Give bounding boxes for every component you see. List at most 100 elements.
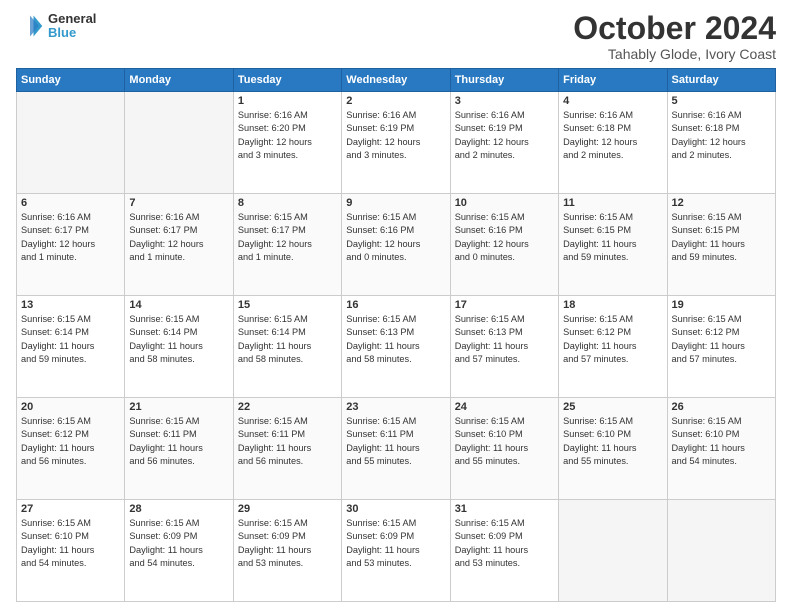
day-number: 10 <box>455 197 554 209</box>
day-number: 1 <box>238 95 337 107</box>
day-info: Sunrise: 6:16 AMSunset: 6:19 PMDaylight:… <box>346 109 445 162</box>
calendar-cell: 3 Sunrise: 6:16 AMSunset: 6:19 PMDaylight… <box>450 92 558 194</box>
day-info: Sunrise: 6:15 AMSunset: 6:09 PMDaylight:… <box>238 517 337 570</box>
day-info: Sunrise: 6:15 AMSunset: 6:09 PMDaylight:… <box>346 517 445 570</box>
weekday-header-monday: Monday <box>125 69 233 92</box>
day-info: Sunrise: 6:15 AMSunset: 6:10 PMDaylight:… <box>455 415 554 468</box>
calendar-cell <box>559 500 667 602</box>
day-info: Sunrise: 6:15 AMSunset: 6:14 PMDaylight:… <box>238 313 337 366</box>
day-info: Sunrise: 6:15 AMSunset: 6:14 PMDaylight:… <box>129 313 228 366</box>
day-info: Sunrise: 6:15 AMSunset: 6:13 PMDaylight:… <box>455 313 554 366</box>
day-number: 3 <box>455 95 554 107</box>
day-number: 21 <box>129 401 228 413</box>
calendar-cell: 16 Sunrise: 6:15 AMSunset: 6:13 PMDayligh… <box>342 296 450 398</box>
day-number: 7 <box>129 197 228 209</box>
day-number: 17 <box>455 299 554 311</box>
calendar-cell: 19 Sunrise: 6:15 AMSunset: 6:12 PMDayligh… <box>667 296 775 398</box>
day-number: 14 <box>129 299 228 311</box>
calendar-cell: 14 Sunrise: 6:15 AMSunset: 6:14 PMDayligh… <box>125 296 233 398</box>
day-number: 2 <box>346 95 445 107</box>
calendar-cell: 20 Sunrise: 6:15 AMSunset: 6:12 PMDayligh… <box>17 398 125 500</box>
logo-line1: General <box>48 12 96 26</box>
day-info: Sunrise: 6:15 AMSunset: 6:12 PMDaylight:… <box>21 415 120 468</box>
calendar-cell: 30 Sunrise: 6:15 AMSunset: 6:09 PMDayligh… <box>342 500 450 602</box>
location-title: Tahably Glode, Ivory Coast <box>573 46 776 62</box>
calendar-cell: 9 Sunrise: 6:15 AMSunset: 6:16 PMDaylight… <box>342 194 450 296</box>
calendar-cell: 23Sunrise: 6:15 AMSunset: 6:11 PMDayligh… <box>342 398 450 500</box>
calendar-cell: 27 Sunrise: 6:15 AMSunset: 6:10 PMDayligh… <box>17 500 125 602</box>
calendar-cell: 31 Sunrise: 6:15 AMSunset: 6:09 PMDayligh… <box>450 500 558 602</box>
day-info: Sunrise: 6:16 AMSunset: 6:18 PMDaylight:… <box>563 109 662 162</box>
calendar-cell: 4 Sunrise: 6:16 AMSunset: 6:18 PMDaylight… <box>559 92 667 194</box>
calendar-cell: 29Sunrise: 6:15 AMSunset: 6:09 PMDayligh… <box>233 500 341 602</box>
calendar-cell: 18 Sunrise: 6:15 AMSunset: 6:12 PMDayligh… <box>559 296 667 398</box>
weekday-header-saturday: Saturday <box>667 69 775 92</box>
day-info: Sunrise: 6:15 AMSunset: 6:12 PMDaylight:… <box>563 313 662 366</box>
day-info: Sunrise: 6:16 AMSunset: 6:19 PMDaylight:… <box>455 109 554 162</box>
day-number: 8 <box>238 197 337 209</box>
day-info: Sunrise: 6:15 AMSunset: 6:13 PMDaylight:… <box>346 313 445 366</box>
title-block: October 2024 Tahably Glode, Ivory Coast <box>573 12 776 62</box>
logo-icon <box>16 12 44 40</box>
day-info: Sunrise: 6:15 AMSunset: 6:15 PMDaylight:… <box>672 211 771 264</box>
calendar-cell: 12 Sunrise: 6:15 AMSunset: 6:15 PMDayligh… <box>667 194 775 296</box>
calendar-cell: 25 Sunrise: 6:15 AMSunset: 6:10 PMDayligh… <box>559 398 667 500</box>
day-number: 28 <box>129 503 228 515</box>
page: General Blue October 2024 Tahably Glode,… <box>0 0 792 612</box>
calendar-cell: 6 Sunrise: 6:16 AMSunset: 6:17 PMDaylight… <box>17 194 125 296</box>
day-info: Sunrise: 6:15 AMSunset: 6:10 PMDaylight:… <box>21 517 120 570</box>
day-info: Sunrise: 6:15 AMSunset: 6:17 PMDaylight:… <box>238 211 337 264</box>
weekday-header-sunday: Sunday <box>17 69 125 92</box>
day-number: 27 <box>21 503 120 515</box>
calendar-cell: 7Sunrise: 6:16 AMSunset: 6:17 PMDaylight… <box>125 194 233 296</box>
day-info: Sunrise: 6:15 AMSunset: 6:14 PMDaylight:… <box>21 313 120 366</box>
day-number: 26 <box>672 401 771 413</box>
day-info: Sunrise: 6:15 AMSunset: 6:12 PMDaylight:… <box>672 313 771 366</box>
calendar-cell: 8 Sunrise: 6:15 AMSunset: 6:17 PMDaylight… <box>233 194 341 296</box>
calendar-cell: 21 Sunrise: 6:15 AMSunset: 6:11 PMDayligh… <box>125 398 233 500</box>
day-number: 4 <box>563 95 662 107</box>
day-info: Sunrise: 6:16 AMSunset: 6:18 PMDaylight:… <box>672 109 771 162</box>
day-info: Sunrise: 6:15 AMSunset: 6:11 PMDaylight:… <box>129 415 228 468</box>
calendar-cell <box>667 500 775 602</box>
day-number: 19 <box>672 299 771 311</box>
weekday-header-thursday: Thursday <box>450 69 558 92</box>
calendar-cell: 2 Sunrise: 6:16 AMSunset: 6:19 PMDaylight… <box>342 92 450 194</box>
day-number: 25 <box>563 401 662 413</box>
calendar-cell: 15Sunrise: 6:15 AMSunset: 6:14 PMDayligh… <box>233 296 341 398</box>
day-info: Sunrise: 6:15 AMSunset: 6:11 PMDaylight:… <box>238 415 337 468</box>
day-number: 12 <box>672 197 771 209</box>
calendar-cell: 13 Sunrise: 6:15 AMSunset: 6:14 PMDayligh… <box>17 296 125 398</box>
day-number: 20 <box>21 401 120 413</box>
day-number: 13 <box>21 299 120 311</box>
calendar: SundayMondayTuesdayWednesdayThursdayFrid… <box>16 68 776 602</box>
day-info: Sunrise: 6:16 AMSunset: 6:20 PMDaylight:… <box>238 109 337 162</box>
weekday-header-friday: Friday <box>559 69 667 92</box>
day-number: 18 <box>563 299 662 311</box>
weekday-header-tuesday: Tuesday <box>233 69 341 92</box>
calendar-cell: 1 Sunrise: 6:16 AMSunset: 6:20 PMDaylight… <box>233 92 341 194</box>
day-number: 31 <box>455 503 554 515</box>
day-info: Sunrise: 6:15 AMSunset: 6:16 PMDaylight:… <box>455 211 554 264</box>
day-number: 5 <box>672 95 771 107</box>
header: General Blue October 2024 Tahably Glode,… <box>16 12 776 62</box>
day-info: Sunrise: 6:15 AMSunset: 6:16 PMDaylight:… <box>346 211 445 264</box>
calendar-cell: 22 Sunrise: 6:15 AMSunset: 6:11 PMDayligh… <box>233 398 341 500</box>
logo-line2: Blue <box>48 26 96 40</box>
weekday-header-wednesday: Wednesday <box>342 69 450 92</box>
month-title: October 2024 <box>573 12 776 44</box>
calendar-cell: 24Sunrise: 6:15 AMSunset: 6:10 PMDayligh… <box>450 398 558 500</box>
calendar-cell <box>17 92 125 194</box>
day-info: Sunrise: 6:15 AMSunset: 6:09 PMDaylight:… <box>455 517 554 570</box>
day-number: 22 <box>238 401 337 413</box>
day-info: Sunrise: 6:16 AMSunset: 6:17 PMDaylight:… <box>21 211 120 264</box>
day-number: 30 <box>346 503 445 515</box>
day-number: 9 <box>346 197 445 209</box>
logo: General Blue <box>16 12 96 41</box>
calendar-cell: 28Sunrise: 6:15 AMSunset: 6:09 PMDayligh… <box>125 500 233 602</box>
calendar-cell: 10 Sunrise: 6:15 AMSunset: 6:16 PMDayligh… <box>450 194 558 296</box>
day-info: Sunrise: 6:15 AMSunset: 6:10 PMDaylight:… <box>563 415 662 468</box>
day-info: Sunrise: 6:15 AMSunset: 6:10 PMDaylight:… <box>672 415 771 468</box>
day-number: 16 <box>346 299 445 311</box>
day-number: 6 <box>21 197 120 209</box>
